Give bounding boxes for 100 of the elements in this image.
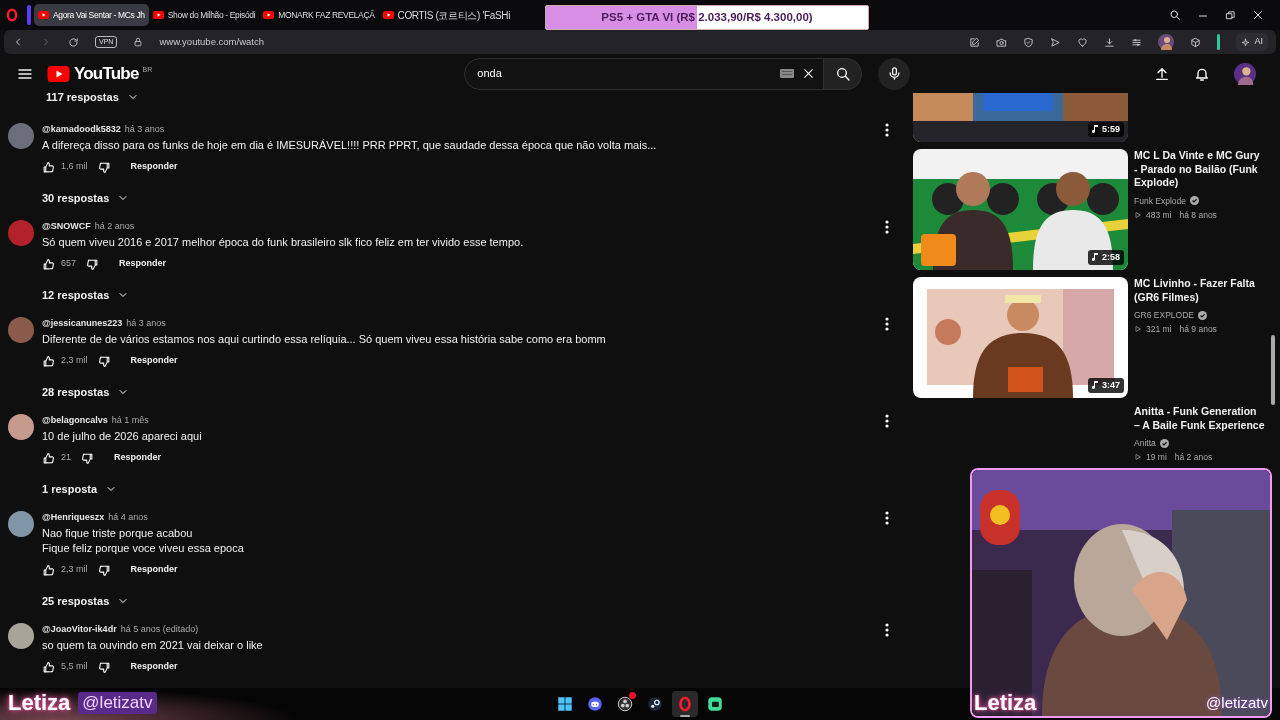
windows-icon <box>556 695 574 713</box>
play-icon <box>1134 453 1142 461</box>
channel-name[interactable]: Funk Explode <box>1134 193 1186 208</box>
comment-text: Nao fique triste porque acabou Fique feliz porque voce viveu essa epoca <box>42 526 245 556</box>
comment-time: há 3 anos <box>126 317 166 329</box>
more-options-icon[interactable] <box>885 123 889 137</box>
video-site-icon <box>263 11 275 19</box>
streamer-name: Letiza <box>974 692 1037 714</box>
dislike-icon[interactable] <box>86 257 100 271</box>
address-field[interactable]: www.youtube.com/watch <box>159 34 954 50</box>
dislike-icon[interactable] <box>81 451 94 465</box>
shield-icon[interactable] <box>1023 36 1035 48</box>
opera-logo-icon[interactable] <box>5 8 19 22</box>
app-icon <box>706 695 724 713</box>
more-options-icon[interactable] <box>885 623 889 637</box>
comment-author[interactable]: @belagoncalvs <box>42 414 108 426</box>
video-title[interactable]: MC L Da Vinte e MC Gury - Parado no Bailão (Funk Explode) <box>1134 149 1265 190</box>
like-icon[interactable] <box>42 563 55 577</box>
like-icon[interactable] <box>42 257 55 271</box>
avatar[interactable] <box>8 511 34 537</box>
taskbar-button[interactable] <box>672 691 698 717</box>
comment-text: so quem ta ouvindo em 2021 vai deixar o like <box>42 638 264 653</box>
comment-time: há 2 anos <box>94 220 135 232</box>
reply-button[interactable]: Responder <box>119 257 167 271</box>
streamer-handle: @letizatv <box>1206 692 1268 713</box>
reply-button[interactable]: Responder <box>130 160 178 174</box>
camera-icon[interactable] <box>996 36 1008 48</box>
browser-tab[interactable]: CORTIS (코르티스) 'FaSHi <box>378 4 515 26</box>
avatar[interactable] <box>8 123 34 149</box>
profile-avatar[interactable] <box>1158 34 1175 50</box>
search-text: onda <box>477 66 503 82</box>
reply-button[interactable]: Responder <box>130 563 178 577</box>
edit-icon[interactable] <box>969 36 981 48</box>
comment-author[interactable]: @kamadoodk5832 <box>42 123 121 135</box>
dislike-icon[interactable] <box>97 563 111 577</box>
browser-tab[interactable]: Show do Milhão - Episódi <box>148 4 260 26</box>
like-icon[interactable] <box>42 660 55 674</box>
play-logo-icon <box>47 65 70 82</box>
scrollbar[interactable] <box>1271 335 1275 405</box>
keyboard-icon[interactable] <box>780 69 795 78</box>
replies-toggle[interactable]: 12 respostas <box>42 287 130 303</box>
like-icon[interactable] <box>42 160 55 174</box>
dislike-icon[interactable] <box>97 660 111 674</box>
browser-tab[interactable]: Agora Vai Sentar - MCs Jh <box>34 4 149 26</box>
reply-button[interactable]: Responder <box>130 354 178 368</box>
video-title[interactable]: Anitta - Funk Generation – A Baile Funk Experience <box>1134 405 1265 432</box>
comment-author[interactable]: @jessicanunes223 <box>42 317 123 329</box>
like-count: 657 <box>61 257 77 271</box>
download-icon[interactable] <box>1104 36 1116 48</box>
dislike-icon[interactable] <box>97 160 111 174</box>
comment-text: Só quem viveu 2016 e 2017 melhor época do funk brasileiro slk fico feliz em ter vivido esse tempo. <box>42 235 525 250</box>
upload-icon[interactable] <box>1154 65 1170 82</box>
send-icon[interactable] <box>1050 36 1062 48</box>
restore-icon[interactable] <box>1225 9 1236 21</box>
more-options-icon[interactable] <box>885 317 889 331</box>
search-field[interactable]: onda <box>464 57 825 90</box>
reply-button[interactable]: Responder <box>114 451 162 465</box>
channel-name[interactable]: Anitta <box>1134 436 1156 450</box>
video-age: há 9 anos <box>1179 323 1217 336</box>
avatar[interactable] <box>8 623 34 649</box>
video-title[interactable]: MC Livinho - Fazer Falta (GR6 Filmes) <box>1134 277 1265 304</box>
comment-author[interactable]: @SNOWCF <box>42 220 91 232</box>
dislike-icon[interactable] <box>97 354 111 368</box>
view-count: 19 mi <box>1146 451 1167 464</box>
ai-button[interactable]: AI <box>1236 33 1268 51</box>
comment-author[interactable]: @JoaoVitor-ik4dr <box>42 623 117 635</box>
video-age: há 2 anos <box>1174 451 1213 464</box>
cube-icon[interactable] <box>1190 36 1202 48</box>
like-icon[interactable] <box>42 354 55 368</box>
replies-toggle[interactable]: 28 respostas <box>42 384 130 400</box>
replies-toggle[interactable]: 117 respostas <box>46 93 139 105</box>
clear-icon[interactable] <box>802 67 816 80</box>
reply-button[interactable]: Responder <box>130 660 178 674</box>
more-options-icon[interactable] <box>885 220 889 234</box>
like-icon[interactable] <box>42 451 55 465</box>
search-icon <box>834 65 851 82</box>
more-options-icon[interactable] <box>885 414 889 428</box>
comment-text: A difereça disso para os funks de hoje em dia é IMESURÁVEL!!!! PRR PPRT, que saudade dessa época que não volta mais... <box>42 138 658 153</box>
replies-toggle[interactable]: 1 resposta <box>42 481 118 497</box>
status-bar <box>1217 34 1221 50</box>
video-site-icon <box>38 11 49 19</box>
more-options-icon[interactable] <box>885 511 889 525</box>
sliders-icon[interactable] <box>1131 36 1143 48</box>
avatar[interactable] <box>8 317 34 343</box>
replies-toggle[interactable]: 25 respostas <box>42 593 130 609</box>
browser-tab[interactable]: MONARK FAZ REVELAÇÃ <box>259 4 379 26</box>
reload-icon[interactable] <box>68 36 79 48</box>
heart-icon[interactable] <box>1077 36 1089 48</box>
search-button[interactable] <box>824 57 863 90</box>
voice-search-button[interactable] <box>878 57 911 90</box>
search-icon[interactable] <box>1169 9 1181 21</box>
close-icon[interactable] <box>1252 9 1264 21</box>
like-count: 21 <box>61 451 71 465</box>
sidebar-indicator <box>27 5 31 25</box>
avatar[interactable] <box>8 414 34 440</box>
video-site-icon <box>382 11 394 19</box>
replies-toggle[interactable]: 30 respostas <box>42 190 130 206</box>
profile-avatar[interactable] <box>1234 62 1256 85</box>
comment-author[interactable]: @Henriqueszx <box>42 511 105 523</box>
channel-name[interactable]: GR6 EXPLODE <box>1134 308 1194 322</box>
